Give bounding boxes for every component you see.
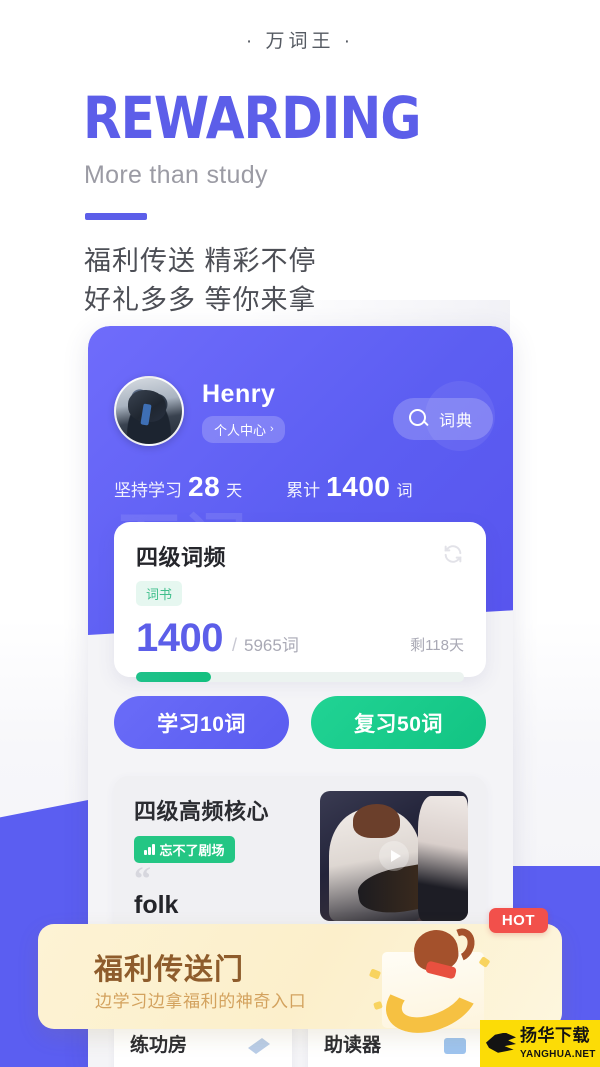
dumbbell-icon bbox=[244, 1032, 278, 1062]
dictionary-button[interactable]: 词典 bbox=[392, 398, 493, 440]
promo-banner[interactable]: HOT 福利传送门 边学习边拿福利的神奇入口 bbox=[38, 908, 562, 1046]
watermark-cn: 扬华下载 bbox=[520, 1025, 590, 1045]
hero-tagline-line1: 福利传送 精彩不停 bbox=[84, 246, 317, 276]
stat-streak-unit: 天 bbox=[226, 483, 243, 500]
folk-card-tag: 忘不了剧场 bbox=[134, 836, 235, 863]
promo-subtitle: 边学习边拿福利的神奇入口 bbox=[95, 992, 307, 1011]
folk-card-tag-label: 忘不了剧场 bbox=[159, 843, 225, 858]
chevron-right-icon: › bbox=[270, 422, 274, 435]
stat-total-value: 1400 bbox=[326, 471, 391, 502]
play-icon[interactable] bbox=[379, 841, 409, 871]
wordbook-progress-fill bbox=[136, 672, 212, 682]
book-icon bbox=[438, 1032, 472, 1062]
stat-total: 累计 1400 词 bbox=[286, 471, 412, 503]
watermark-text: 扬华下载 YANGHUA.NET bbox=[520, 1027, 596, 1061]
wordbook-card[interactable]: 四级词频 词书 1400 / 5965词 剩118天 bbox=[114, 522, 486, 682]
refresh-icon[interactable] bbox=[442, 543, 464, 565]
study-button[interactable]: 学习10词 bbox=[114, 696, 289, 749]
personal-center-button[interactable]: 个人中心 › bbox=[202, 415, 285, 443]
stat-total-label: 累计 bbox=[286, 481, 321, 500]
wordbook-tag: 词书 bbox=[136, 581, 183, 606]
name-block: Henry 个人中心 › bbox=[202, 380, 285, 443]
folk-word-card[interactable]: 四级高频核心 忘不了剧场 “ folk 词频排名：第12名 bbox=[114, 776, 486, 945]
personal-center-label: 个人中心 bbox=[214, 422, 267, 438]
review-button[interactable]: 复习50词 bbox=[311, 696, 486, 749]
dictionary-label: 词典 bbox=[438, 413, 473, 430]
bar-chart-icon bbox=[144, 844, 155, 855]
hero-divider bbox=[85, 213, 147, 220]
thumbnail-person2-icon bbox=[417, 796, 468, 921]
action-buttons-row: 学习10词 复习50词 bbox=[114, 696, 486, 749]
avatar[interactable] bbox=[114, 376, 184, 446]
wordbook-progress-numbers: 1400 / 5965词 剩118天 bbox=[136, 618, 464, 658]
video-thumbnail[interactable] bbox=[320, 791, 468, 921]
eagle-logo-icon bbox=[484, 1027, 518, 1061]
promo-title: 福利传送门 bbox=[94, 954, 245, 986]
confetti-icon bbox=[368, 968, 382, 980]
stat-total-unit: 词 bbox=[396, 483, 413, 500]
squirrel-envelope-illustration bbox=[368, 923, 498, 1046]
wordbook-title: 四级词频 bbox=[136, 545, 227, 570]
page-title: REWARDING bbox=[83, 84, 422, 152]
watermark-en: YANGHUA.NET bbox=[520, 1048, 596, 1060]
wordbook-progress-track bbox=[136, 672, 464, 682]
user-name: Henry bbox=[202, 379, 276, 408]
hero-tagline-line2: 好礼多多 等你来拿 bbox=[84, 285, 317, 315]
wordbook-days-left: 剩118天 bbox=[410, 637, 464, 654]
search-icon bbox=[408, 408, 430, 430]
hero-section: · 万词王 · REWARDING More than study 福利传送 精… bbox=[0, 0, 600, 320]
hero-tagline: 福利传送 精彩不停 好礼多多 等你来拿 bbox=[84, 242, 600, 320]
wordbook-learned-count: 1400 bbox=[136, 616, 223, 660]
stat-streak-value: 28 bbox=[188, 471, 221, 502]
hero-subtitle: More than study bbox=[84, 161, 268, 189]
brand-name: · 万词王 · bbox=[245, 31, 355, 52]
thumbnail-hair-icon bbox=[352, 804, 400, 838]
stat-streak: 坚持学习 28 天 bbox=[114, 471, 242, 503]
site-watermark: 扬华下载 YANGHUA.NET bbox=[480, 1020, 600, 1067]
stat-streak-label: 坚持学习 bbox=[114, 481, 182, 500]
wordbook-separator: / bbox=[231, 635, 237, 655]
wordbook-total-count: 5965词 bbox=[244, 636, 299, 655]
stats-row: 坚持学习 28 天 累计 1400 词 bbox=[114, 471, 412, 503]
profile-row[interactable]: Henry 个人中心 › bbox=[114, 376, 285, 446]
